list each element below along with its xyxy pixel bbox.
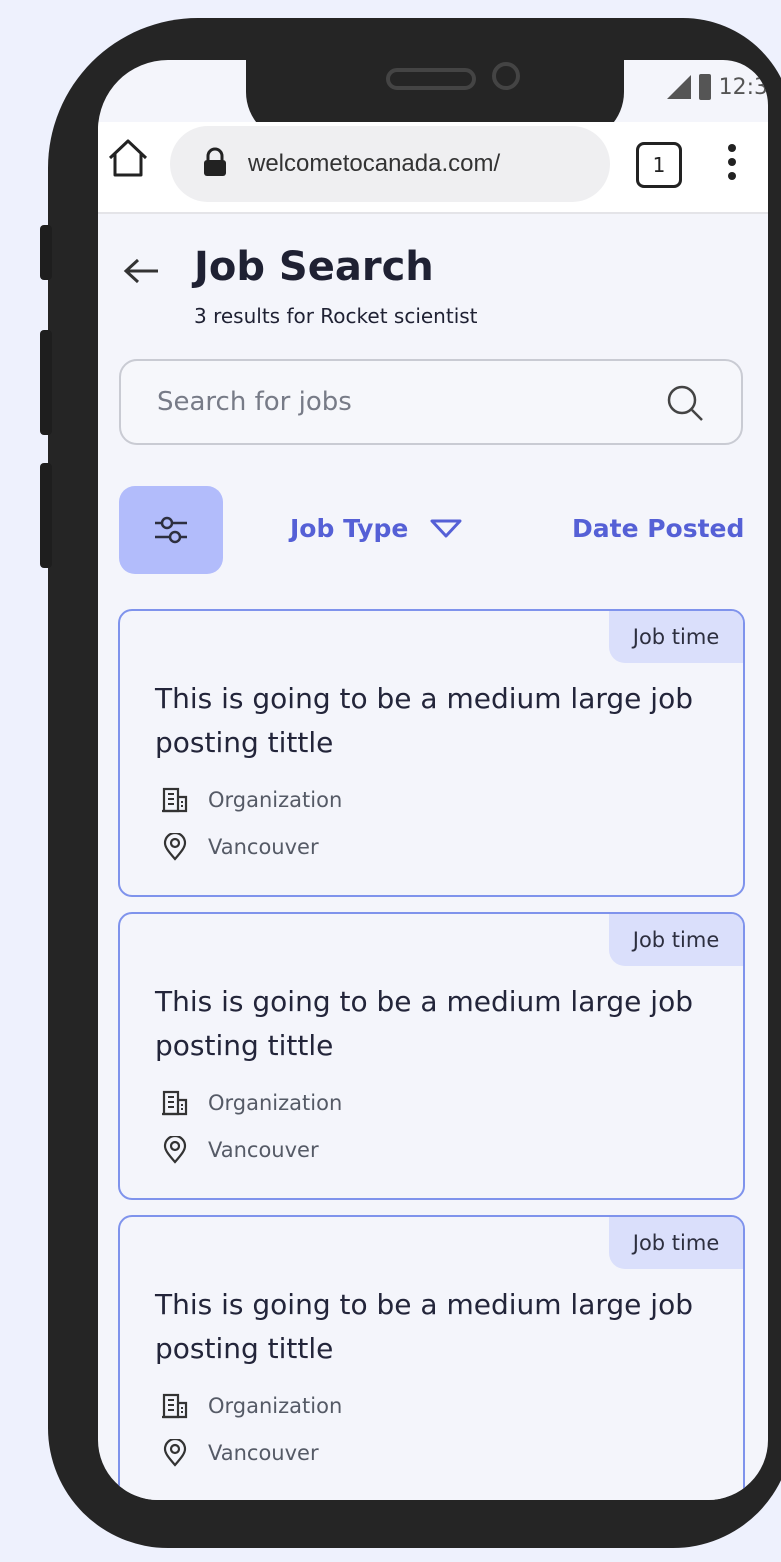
status-bar: 12:3 — [666, 74, 768, 100]
filter-sliders-icon — [155, 516, 187, 544]
search-icon[interactable] — [665, 383, 705, 427]
location-pin-icon — [163, 1136, 187, 1164]
results-summary: 3 results for Rocket scientist — [194, 304, 478, 328]
status-time: 12:3 — [718, 74, 768, 100]
date-posted-label: Date Posted — [572, 514, 745, 543]
url-text: welcometocanada.com/ — [248, 150, 501, 177]
job-title: This is going to be a medium large job p… — [155, 682, 693, 759]
address-bar[interactable]: welcometocanada.com/ — [170, 126, 610, 202]
front-camera — [492, 62, 520, 90]
building-icon — [162, 1090, 188, 1116]
location-pin-icon — [163, 1439, 187, 1467]
phone-screen: 12:3 welcometocanada.com/ 1 Job Search 3… — [98, 60, 768, 1500]
organization-row: Organization — [162, 1090, 342, 1116]
organization-row: Organization — [162, 1393, 342, 1419]
battery-icon — [698, 74, 711, 100]
organization-name: Organization — [208, 1394, 343, 1418]
filter-button[interactable] — [119, 486, 223, 574]
organization-name: Organization — [208, 1091, 343, 1115]
search-input[interactable]: Search for jobs — [119, 359, 743, 445]
phone-side-button — [40, 225, 52, 280]
job-card[interactable]: Job time This is going to be a medium la… — [118, 912, 745, 1200]
back-arrow-icon[interactable] — [120, 256, 160, 290]
location-row: Vancouver — [162, 1439, 319, 1467]
date-posted-filter[interactable]: Date Posted — [572, 514, 744, 543]
location-name: Vancouver — [208, 1441, 319, 1465]
job-type-label: Job Type — [290, 514, 409, 543]
speaker-grille — [386, 68, 476, 90]
signal-icon — [666, 75, 691, 99]
kebab-menu-icon[interactable] — [728, 144, 736, 186]
page-title: Job Search — [194, 244, 434, 290]
job-time-badge: Job time — [609, 914, 743, 966]
location-row: Vancouver — [162, 1136, 319, 1164]
phone-volume-down — [40, 463, 52, 568]
building-icon — [162, 1393, 188, 1419]
organization-name: Organization — [208, 788, 343, 812]
job-type-dropdown[interactable]: Job Type — [290, 514, 462, 543]
home-icon[interactable] — [106, 136, 150, 184]
job-title: This is going to be a medium large job p… — [155, 1288, 693, 1365]
organization-row: Organization — [162, 787, 342, 813]
job-card[interactable]: Job time This is going to be a medium la… — [118, 609, 745, 897]
location-pin-icon — [163, 833, 187, 861]
location-row: Vancouver — [162, 833, 319, 861]
location-name: Vancouver — [208, 835, 319, 859]
job-title: This is going to be a medium large job p… — [155, 985, 693, 1062]
job-card[interactable]: Job time This is going to be a medium la… — [118, 1215, 745, 1500]
building-icon — [162, 787, 188, 813]
browser-toolbar: welcometocanada.com/ 1 — [98, 122, 768, 214]
lock-icon — [202, 147, 228, 181]
phone-volume-up — [40, 330, 52, 435]
dropdown-triangle-icon — [430, 519, 462, 537]
job-time-badge: Job time — [609, 611, 743, 663]
location-name: Vancouver — [208, 1138, 319, 1162]
search-placeholder: Search for jobs — [157, 387, 352, 417]
job-time-badge: Job time — [609, 1217, 743, 1269]
tabs-icon[interactable]: 1 — [636, 142, 682, 188]
